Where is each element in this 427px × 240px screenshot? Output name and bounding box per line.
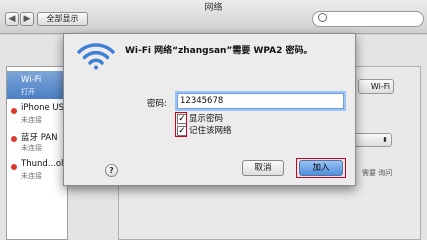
search-icon [318, 13, 327, 22]
service-item-iphone-usb[interactable]: iPhone USB 未连接 [7, 99, 70, 127]
service-name: 蓝牙 PAN [21, 133, 58, 143]
service-status: 未连接 [21, 172, 42, 180]
status-dot-icon [11, 108, 17, 114]
status-dot-icon [11, 164, 17, 170]
service-name: Wi-Fi [21, 75, 42, 85]
show-all-button[interactable]: 全部显示 [37, 12, 88, 26]
show-password-label: 显示密码 [189, 114, 224, 124]
forward-button[interactable]: ▶ [20, 12, 34, 26]
password-label: 密码: [147, 99, 167, 109]
wifi-password-dialog: Wi-Fi 网络“zhangsan”需要 WPA2 密码。 密码: 123456… [63, 33, 356, 186]
join-highlight-box [296, 158, 346, 178]
checkbox-highlight-box [175, 112, 187, 137]
service-item-wifi[interactable]: Wi-Fi 打开 [7, 71, 69, 99]
dialog-title: Wi-Fi 网络“zhangsan”需要 WPA2 密码。 [125, 46, 313, 56]
service-name: Thund...olt [21, 159, 67, 169]
remember-network-label: 记住该网络 [189, 126, 232, 136]
service-status: 未连接 [21, 144, 42, 152]
service-item-thunderbolt[interactable]: Thund...olt 未连接 [7, 155, 69, 183]
back-button[interactable]: ◀ [5, 12, 19, 26]
network-name-popup[interactable]: ⬍ [352, 133, 392, 147]
service-item-bluetooth-pan[interactable]: 蓝牙 PAN 未连接 [7, 127, 69, 155]
password-input[interactable]: 12345678 [177, 93, 344, 109]
window-toolbar: 网络 ◀ ▶ 全部显示 [0, 0, 427, 34]
status-dot-icon [11, 136, 17, 142]
turn-wifi-button[interactable]: Wi-Fi [358, 79, 394, 94]
help-button[interactable]: ? [105, 164, 118, 177]
service-status: 未连接 [21, 116, 42, 124]
search-field[interactable] [312, 11, 424, 27]
service-status: 打开 [21, 88, 35, 96]
ask-hint: 需要 询问 [362, 169, 393, 177]
wifi-icon [77, 43, 115, 70]
cancel-button[interactable]: 取消 [242, 160, 284, 176]
network-service-list: Wi-Fi 打开 iPhone USB 未连接 蓝牙 PAN 未连接 Thund… [6, 66, 70, 240]
